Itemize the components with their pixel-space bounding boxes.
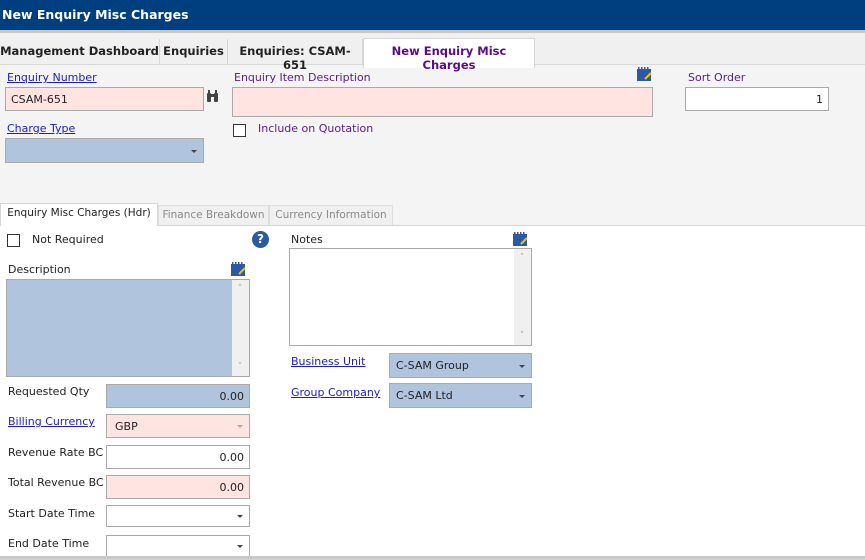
chevron-down-icon: [237, 545, 243, 548]
total-revenue-bc-value: 0.00: [219, 480, 245, 494]
subtab-enquiry-misc-charges-hdr[interactable]: Enquiry Misc Charges (Hdr): [0, 203, 158, 226]
revenue-rate-bc-label: Revenue Rate BC: [8, 446, 104, 459]
billing-currency-value: GBP: [115, 419, 138, 433]
enquiry-number-value: CSAM-651: [11, 92, 68, 106]
charge-type-dropdown[interactable]: [5, 138, 204, 163]
billing-currency-dropdown[interactable]: GBP: [106, 414, 250, 438]
notepad-icon[interactable]: [636, 67, 652, 81]
window-title: New Enquiry Misc Charges: [2, 7, 189, 22]
help-icon[interactable]: ?: [252, 231, 269, 248]
description-label: Description: [8, 263, 71, 276]
total-revenue-bc-label: Total Revenue BC: [8, 476, 104, 489]
include-on-quotation-checkbox[interactable]: [233, 124, 246, 137]
start-date-time-label: Start Date Time: [8, 507, 96, 520]
scroll-down-icon[interactable]: ˅: [236, 363, 244, 372]
charge-type-label[interactable]: Charge Type: [7, 122, 75, 135]
business-unit-dropdown[interactable]: C-SAM Group: [389, 353, 532, 378]
enquiry-number-field[interactable]: CSAM-651: [5, 87, 204, 111]
notepad-icon[interactable]: [512, 232, 528, 246]
binoculars-icon[interactable]: [206, 89, 219, 103]
chevron-down-icon: [237, 425, 243, 428]
scroll-down-icon[interactable]: ˅: [518, 332, 526, 341]
chevron-down-icon: [519, 364, 525, 368]
chevron-down-icon: [519, 394, 525, 398]
total-revenue-bc-field[interactable]: 0.00: [106, 475, 250, 499]
notepad-icon[interactable]: [230, 262, 246, 276]
tab-new-enquiry-misc-charges[interactable]: New Enquiry Misc Charges: [363, 38, 535, 72]
tab-enquiries-csam-651[interactable]: Enquiries: CSAM-651: [228, 39, 363, 72]
enquiry-number-label[interactable]: Enquiry Number: [7, 71, 97, 84]
business-unit-value: C-SAM Group: [396, 359, 469, 372]
enquiry-item-description-label: Enquiry Item Description: [234, 71, 371, 84]
window-title-bar: New Enquiry Misc Charges: [0, 0, 865, 30]
requested-qty-field[interactable]: 0.00: [106, 384, 250, 408]
subtab-currency-information[interactable]: Currency Information: [269, 205, 393, 226]
scroll-up-icon[interactable]: ˄: [236, 285, 244, 294]
end-date-time-label: End Date Time: [8, 537, 90, 550]
end-date-time-picker[interactable]: [106, 535, 250, 557]
chevron-down-icon: [191, 149, 197, 153]
billing-currency-label[interactable]: Billing Currency: [8, 415, 95, 428]
notes-scrollbar[interactable]: ˄ ˅: [514, 249, 531, 345]
sort-order-label: Sort Order: [688, 71, 746, 84]
scroll-up-icon[interactable]: ˄: [518, 254, 526, 263]
revenue-rate-bc-field[interactable]: 0.00: [106, 445, 250, 469]
start-date-time-picker[interactable]: [106, 505, 250, 527]
group-company-value: C-SAM Ltd: [396, 389, 453, 402]
requested-qty-label: Requested Qty: [8, 385, 90, 398]
not-required-label: Not Required: [32, 233, 104, 246]
notes-textarea[interactable]: ˄ ˅: [289, 248, 532, 346]
main-tab-strip: Management Dashboard Enquiries Enquiries…: [0, 30, 865, 72]
business-unit-label[interactable]: Business Unit: [291, 355, 365, 368]
chevron-down-icon: [237, 515, 243, 518]
tab-management-dashboard[interactable]: Management Dashboard: [0, 39, 160, 65]
sort-order-field[interactable]: 1: [685, 87, 829, 111]
revenue-rate-bc-value: 0.00: [219, 450, 245, 464]
group-company-dropdown[interactable]: C-SAM Ltd: [389, 383, 532, 408]
tab-enquiries[interactable]: Enquiries: [160, 39, 228, 65]
description-scrollbar[interactable]: ˄ ˅: [232, 280, 249, 376]
requested-qty-value: 0.00: [219, 389, 245, 403]
subtab-finance-breakdown[interactable]: Finance Breakdown: [158, 205, 269, 226]
enquiry-item-description-field[interactable]: [232, 87, 653, 117]
sort-order-value: 1: [816, 92, 823, 106]
not-required-checkbox[interactable]: [7, 234, 20, 247]
notes-label: Notes: [291, 233, 323, 246]
description-textarea[interactable]: ˄ ˅: [6, 279, 250, 377]
include-on-quotation-label: Include on Quotation: [258, 122, 374, 135]
group-company-label[interactable]: Group Company: [291, 386, 380, 399]
